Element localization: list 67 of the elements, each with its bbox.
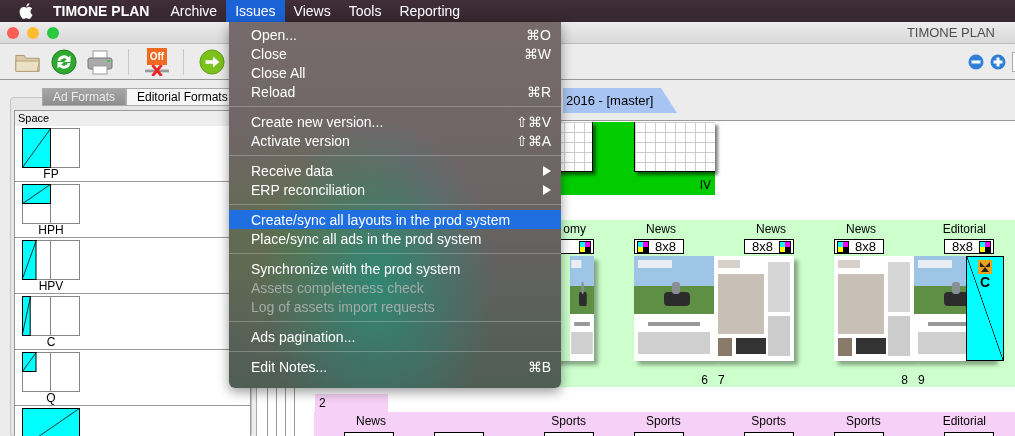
menu-item[interactable]: Create/sync all layouts in the prod system (229, 210, 561, 229)
menu-bar-item[interactable]: Views (284, 0, 340, 22)
color-page-icon (979, 240, 991, 253)
page-number: 8 (901, 373, 908, 387)
cross-icon (144, 64, 170, 76)
format-thumbnail[interactable] (22, 128, 80, 168)
section-label: Sports (751, 414, 786, 430)
page-number: 9 (918, 373, 925, 387)
menu-item[interactable]: Open... ⌘O (229, 25, 561, 44)
submenu-arrow-icon (543, 165, 551, 176)
ad-placement[interactable]: C (966, 256, 1004, 361)
menu-bar-item[interactable]: Tools (339, 0, 391, 22)
page-badge[interactable]: 8x8 (944, 239, 994, 254)
menu-item[interactable]: Ads pagination... (229, 327, 561, 346)
window-title: TIMONE PLAN (906, 25, 995, 40)
section-label: omy (563, 222, 586, 238)
menu-item[interactable]: Receive data (229, 161, 561, 180)
format-label: FP (42, 168, 60, 181)
format-label: HPH (37, 224, 65, 237)
menu-bar-item[interactable]: Archive (161, 0, 227, 22)
page-number: 7 (718, 373, 725, 387)
format-thumbnail[interactable] (22, 408, 80, 436)
format-thumbnail[interactable] (22, 352, 80, 392)
section-label: Sports (551, 414, 586, 430)
section-label: News (646, 222, 676, 238)
submenu-arrow-icon (543, 184, 551, 195)
refresh-icon[interactable] (50, 48, 78, 75)
section-label: Editorial (942, 414, 986, 430)
format-thumbnail[interactable] (22, 184, 80, 224)
format-label: C (45, 336, 57, 349)
page-badge[interactable]: 8x8 (834, 239, 884, 254)
format-label: HPV (37, 280, 65, 293)
section-label: Sports (646, 414, 681, 430)
section-label: News (846, 222, 876, 238)
menu-item[interactable]: Close ⌘W (229, 44, 561, 63)
menu-item[interactable]: ERP reconciliation (229, 180, 561, 199)
color-page-icon (579, 240, 591, 253)
zoom-out-button[interactable] (968, 53, 984, 70)
offline-button[interactable]: Off (143, 47, 171, 76)
page-number: 6 (701, 373, 708, 387)
format-thumbnail[interactable] (22, 240, 80, 280)
zoom-in-button[interactable] (990, 53, 1006, 70)
color-page-icon (779, 240, 791, 253)
signature-label: IV (699, 178, 711, 192)
section-label: News (756, 222, 786, 238)
color-page-icon (837, 240, 849, 253)
menu-bar-item[interactable]: Reporting (390, 0, 470, 22)
page-badge[interactable]: 8x8 (744, 239, 794, 254)
menu-item[interactable]: Synchronize with the prod system (229, 259, 561, 278)
printer-icon[interactable] (86, 48, 114, 75)
format-label: Q (45, 392, 57, 405)
menu-item[interactable]: Place/sync all ads in the prod system (229, 229, 561, 248)
color-page-icon (637, 240, 649, 253)
menu-bar-item[interactable]: Issues (226, 0, 285, 22)
section-label: Editorial (942, 222, 986, 238)
page-badge[interactable]: 8x8 (634, 239, 684, 254)
menu-item[interactable]: Edit Notes... ⌘B (229, 357, 561, 376)
apple-icon[interactable] (19, 3, 33, 19)
issue-tab[interactable]: 2016 - [master] (563, 88, 677, 113)
app-name[interactable]: TIMONE PLAN (53, 3, 150, 19)
butterfly-icon (978, 260, 992, 274)
section-label: Sports (846, 414, 881, 430)
format-thumbnail[interactable] (22, 296, 80, 336)
menu-item[interactable]: Activate version ⇧⌘A (229, 131, 561, 150)
section-label: News (356, 414, 386, 430)
arrow-right-icon[interactable] (198, 48, 226, 75)
menu-item[interactable]: Close All (229, 63, 561, 82)
